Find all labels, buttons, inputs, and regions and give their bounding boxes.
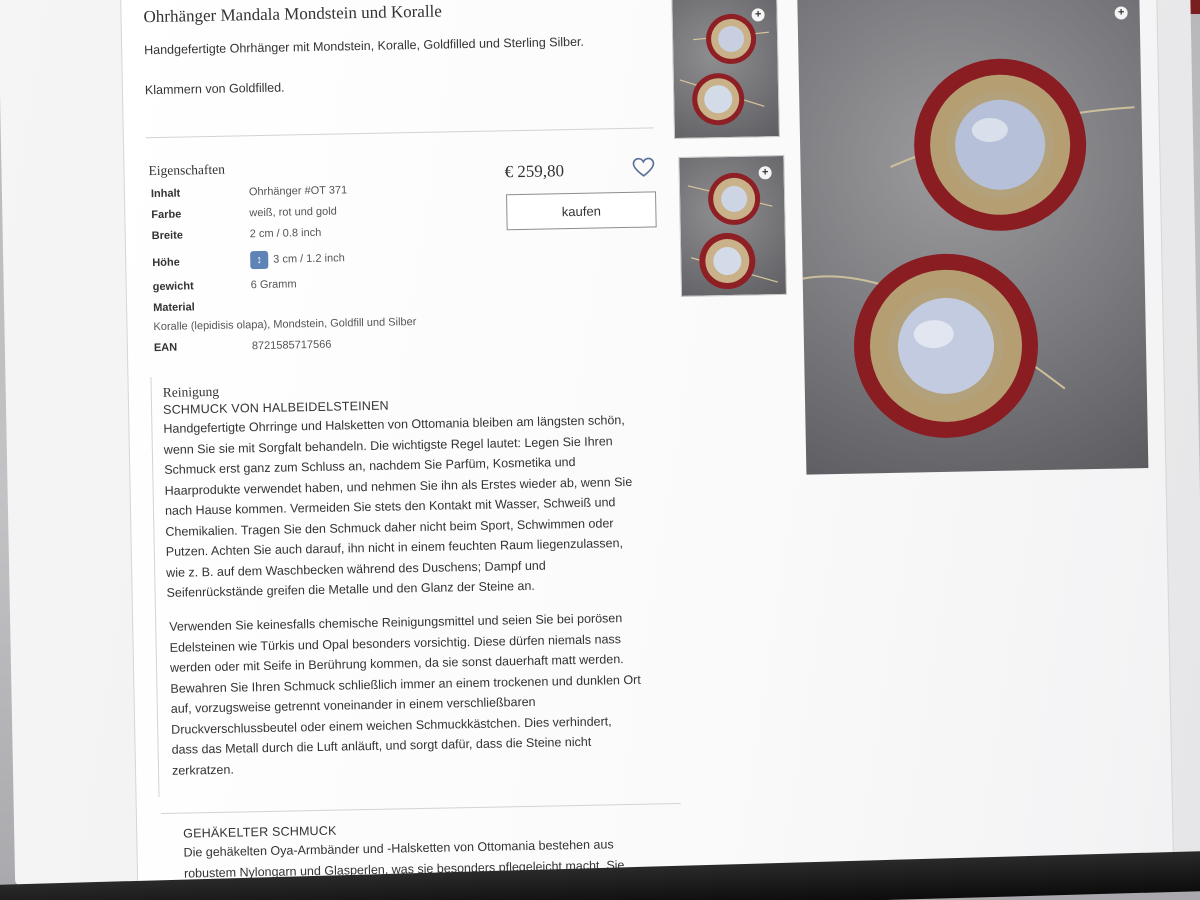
prop-value-hoehe: 3 cm / 1.2 inch xyxy=(273,252,345,266)
web-page: Ohrhänger Mandala Mondstein und Koralle … xyxy=(0,0,1200,886)
prop-value-ean: 8721585717566 xyxy=(251,338,332,353)
crochet-subheading: GEHÄKELTER SCHMUCK xyxy=(183,823,337,841)
gallery-thumbnail-1[interactable]: + xyxy=(671,0,780,140)
prop-label-farbe: Farbe xyxy=(151,208,182,222)
product-title: Ohrhänger Mandala Mondstein und Koralle xyxy=(143,1,443,27)
prop-value-breite: 2 cm / 0.8 inch xyxy=(249,226,322,241)
up-down-arrows-icon[interactable]: ↕ xyxy=(250,250,269,270)
prop-value-hoehe-wrap: ↕ 3 cm / 1.2 inch xyxy=(250,249,345,270)
prop-label-inhalt: Inhalt xyxy=(150,187,181,201)
product-content: Ohrhänger Mandala Mondstein und Koralle … xyxy=(119,0,1175,886)
price: € 259,80 xyxy=(504,161,565,182)
prop-label-material: Material xyxy=(153,301,195,315)
product-clasp-note: Klammern von Goldfilled. xyxy=(144,80,285,98)
prop-label-ean: EAN xyxy=(153,341,178,355)
prop-label-gewicht: gewicht xyxy=(152,280,194,294)
screen: Ohrhänger Mandala Mondstein und Koralle … xyxy=(0,0,1200,900)
product-lead: Handgefertigte Ohrhänger mit Mondstein, … xyxy=(144,34,585,58)
wishlist-heart-icon[interactable] xyxy=(632,157,655,177)
prop-label-breite: Breite xyxy=(151,229,184,243)
section-divider xyxy=(150,377,160,798)
prop-value-gewicht: 6 Gramm xyxy=(250,278,297,292)
earring-thumbnail-image xyxy=(679,13,770,126)
divider xyxy=(160,803,681,815)
cleaning-heading: Reinigung xyxy=(162,383,220,400)
earrings-photo xyxy=(802,58,1135,438)
prop-label-hoehe: Höhe xyxy=(152,256,180,270)
gallery-thumbnail-2[interactable]: + xyxy=(678,154,787,297)
cleaning-paragraph-2: Verwenden Sie keinesfalls chemische Rein… xyxy=(169,611,641,778)
divider xyxy=(145,127,654,139)
buy-button[interactable]: kaufen xyxy=(506,191,657,231)
prop-value-material: Koralle (lepidisis olapa), Mondstein, Go… xyxy=(153,316,417,334)
prop-value-inhalt: Ohrhänger #OT 371 xyxy=(248,184,348,199)
product-main-image[interactable]: + xyxy=(797,0,1149,475)
prop-value-farbe: weiß, rot und gold xyxy=(249,205,337,220)
cleaning-paragraph-1: Handgefertigte Ohrringe und Halsketten v… xyxy=(163,413,633,600)
properties-heading: Eigenschaften xyxy=(148,161,226,179)
cleaning-subheading: SCHMUCK VON HALBEIDELSTEINEN xyxy=(162,398,389,417)
